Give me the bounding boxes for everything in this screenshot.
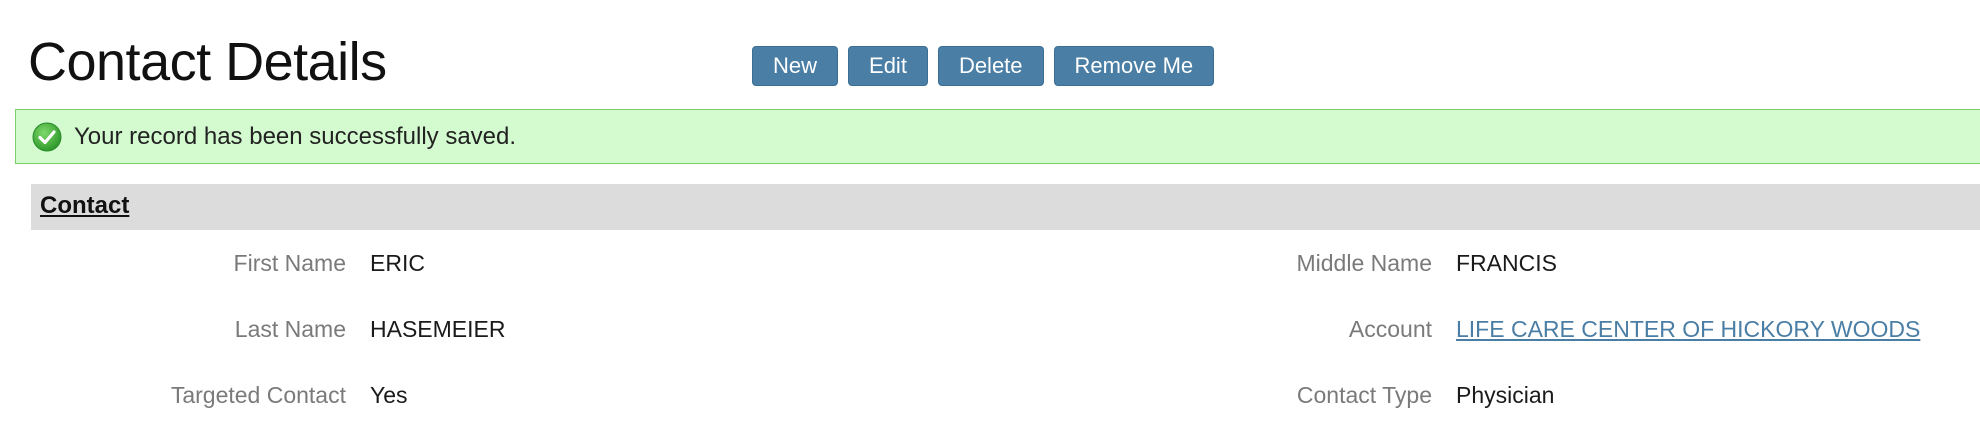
success-alert: Your record has been successfully saved.	[15, 109, 1980, 164]
remove-me-button[interactable]: Remove Me	[1053, 46, 1215, 86]
new-button[interactable]: New	[752, 46, 839, 86]
edit-button[interactable]: Edit	[848, 46, 928, 86]
success-check-icon	[32, 122, 62, 151]
alert-message: Your record has been successfully saved.	[74, 122, 517, 150]
section-header-contact: Contact	[31, 184, 1980, 230]
account-label: Account	[1348, 316, 1432, 342]
contact-type-label: Contact Type	[1296, 382, 1432, 408]
targeted-contact-label: Targeted Contact	[170, 382, 346, 408]
page-title: Contact Details	[28, 32, 387, 92]
targeted-contact-value: Yes	[370, 382, 408, 408]
last-name-value: HASEMEIER	[370, 316, 506, 342]
middle-name-label: Middle Name	[1296, 250, 1433, 276]
section-title: Contact	[40, 192, 130, 219]
contact-type-value: Physician	[1456, 382, 1555, 408]
action-toolbar: New Edit Delete Remove Me	[752, 46, 1215, 86]
account-link[interactable]: LIFE CARE CENTER OF HICKORY WOODS	[1456, 316, 1920, 343]
middle-name-value: FRANCIS	[1456, 250, 1557, 276]
first-name-label: First Name	[233, 250, 346, 276]
first-name-value: ERIC	[370, 250, 425, 276]
last-name-label: Last Name	[234, 316, 346, 342]
delete-button[interactable]: Delete	[937, 46, 1044, 86]
